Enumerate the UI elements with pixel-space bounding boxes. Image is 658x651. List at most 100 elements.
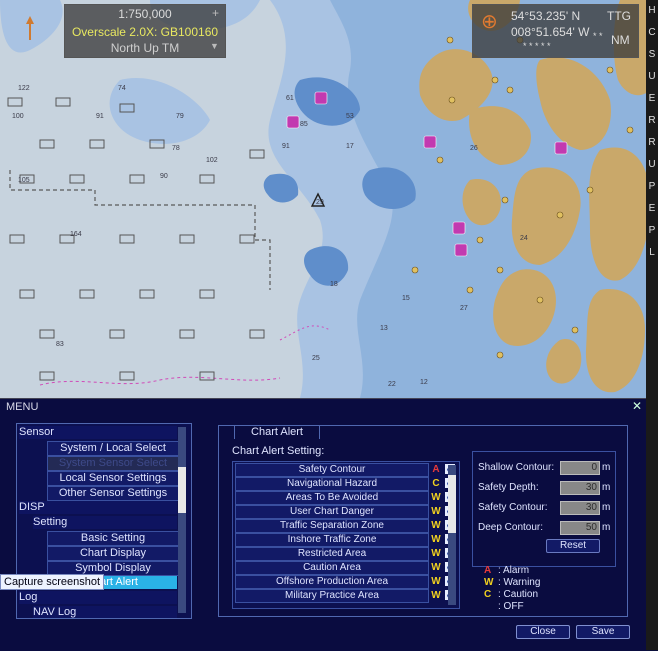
strip-letter[interactable]: E (646, 198, 658, 220)
deep-contour-input[interactable]: 50 (560, 521, 600, 535)
chart-alert-setting-heading: Chart Alert Setting: (232, 445, 325, 457)
unit-label: m (602, 502, 611, 513)
svg-text:91: 91 (282, 143, 290, 150)
tree-scroll-thumb[interactable] (178, 467, 186, 513)
shallow-contour-input[interactable]: 0 (560, 461, 600, 475)
tree-item-system-sensor-select: System Sensor Select (47, 456, 179, 471)
list-item[interactable]: User Chart DangerW✔ (233, 505, 459, 519)
svg-text:13: 13 (380, 325, 388, 332)
alert-list-scrollbar[interactable] (448, 465, 456, 605)
svg-text:26: 26 (470, 145, 478, 152)
svg-text:27: 27 (460, 305, 468, 312)
plus-icon[interactable]: + (212, 6, 219, 20)
field-label: Safety Depth: (478, 482, 539, 493)
ttg-value-secondary: * * (593, 31, 603, 41)
legend-text: : Warning (498, 577, 541, 588)
alert-level[interactable]: W (429, 519, 443, 533)
alert-level[interactable]: W (429, 491, 443, 505)
svg-text:74: 74 (118, 85, 126, 92)
list-item[interactable]: Traffic Separation ZoneW✔ (233, 519, 459, 533)
legend-text: : OFF (498, 601, 524, 612)
unit-label: m (602, 482, 611, 493)
tree-item-local-sensor-settings[interactable]: Local Sensor Settings (47, 471, 179, 486)
electronic-chart-display[interactable]: 122 74 100 91 79 78 102 105 90 164 83 61… (0, 0, 658, 398)
alert-level[interactable]: W (429, 547, 443, 561)
field-label: Deep Contour: (478, 522, 544, 533)
chevron-down-icon[interactable]: ▼ (210, 41, 219, 51)
legend-row: C : Caution (484, 589, 540, 601)
alert-label: Inshore Traffic Zone (235, 533, 429, 547)
tree-item-system-local-select[interactable]: System / Local Select (47, 441, 179, 456)
alert-level[interactable]: W (429, 589, 443, 603)
svg-text:79: 79 (176, 113, 184, 120)
strip-letter[interactable]: S (646, 44, 658, 66)
strip-letter[interactable]: P (646, 176, 658, 198)
svg-text:18: 18 (330, 281, 338, 288)
chart-scale: 1:750,000 (118, 7, 172, 21)
tree-item-chart-display[interactable]: Chart Display (47, 546, 179, 561)
longitude-readout: 008°51.654' W (511, 25, 590, 39)
alert-level[interactable]: A (429, 463, 443, 477)
strip-letter[interactable]: P (646, 220, 658, 242)
tab-chart-alert[interactable]: Chart Alert (234, 425, 320, 439)
latitude-readout: 54°53.235' N (511, 9, 581, 23)
list-item[interactable]: Caution AreaW✔ (233, 561, 459, 575)
strip-letter[interactable]: H (646, 0, 658, 22)
right-toolbar-strip: H C S U E R R U P E P L (646, 0, 658, 650)
list-item[interactable]: Navigational HazardC✔ (233, 477, 459, 491)
close-icon[interactable]: ✕ (632, 399, 642, 413)
tree-scrollbar[interactable] (178, 427, 186, 613)
alert-label: Caution Area (235, 561, 429, 575)
strip-letter[interactable]: E (646, 88, 658, 110)
list-item[interactable]: Restricted AreaW✔ (233, 547, 459, 561)
close-button[interactable]: Close (516, 625, 570, 639)
alert-level[interactable]: W (429, 575, 443, 589)
tree-item-setting[interactable]: Setting (33, 516, 177, 529)
tree-item-disp[interactable]: DISP (19, 501, 177, 514)
safety-contour-input[interactable]: 30 (560, 501, 600, 515)
list-item[interactable]: Offshore Production AreaW✔ (233, 575, 459, 589)
reset-button[interactable]: Reset (546, 539, 600, 553)
strip-letter[interactable]: R (646, 132, 658, 154)
legend-row: W: Warning (484, 577, 540, 589)
list-item[interactable]: Military Practice AreaW✔ (233, 589, 459, 603)
tree-item-basic-setting[interactable]: Basic Setting (47, 531, 179, 546)
alert-level[interactable]: W (429, 533, 443, 547)
legend-key: C (484, 589, 492, 600)
save-button[interactable]: Save (576, 625, 630, 639)
svg-text:164: 164 (70, 231, 82, 238)
list-item[interactable]: Safety ContourA✔ (233, 463, 459, 477)
alert-level[interactable]: W (429, 561, 443, 575)
strip-letter[interactable]: C (646, 22, 658, 44)
svg-text:78: 78 (172, 145, 180, 152)
alert-level[interactable]: C (429, 477, 443, 491)
strip-letter[interactable]: L (646, 242, 658, 264)
tree-item-other-sensor-settings[interactable]: Other Sensor Settings (47, 486, 179, 501)
alert-level[interactable]: W (429, 505, 443, 519)
orientation-mode[interactable]: North Up TM (65, 41, 225, 55)
chart-scale-panel[interactable]: 1:750,000 Overscale 2.0X: GB100160 North… (64, 4, 226, 58)
strip-letter[interactable]: R (646, 110, 658, 132)
tree-item-sensor[interactable]: Sensor (19, 426, 177, 439)
field-label: Safety Contour: (478, 502, 548, 513)
overscale-indicator: Overscale 2.0X: GB100160 (71, 25, 219, 39)
legend-key: A (484, 565, 492, 576)
legend-text: : Caution (498, 589, 539, 600)
strip-letter[interactable]: U (646, 66, 658, 88)
cursor-position-panel: ⊕ 54°53.235' N 008°51.654' W TTG * * * *… (472, 4, 639, 58)
field-label: Shallow Contour: (478, 462, 555, 473)
tree-item-nav-log[interactable]: NAV Log (33, 606, 177, 618)
list-item[interactable]: Inshore Traffic ZoneW✔ (233, 533, 459, 547)
alert-list-scroll-thumb[interactable] (448, 475, 456, 533)
svg-text:12: 12 (420, 379, 428, 386)
alert-legend: A: Alarm W: Warning C: Caution : OFF (484, 565, 540, 613)
svg-text:91: 91 (96, 113, 104, 120)
safety-depth-input[interactable]: 30 (560, 481, 600, 495)
cursor-crosshair-icon: ⊕ (481, 11, 498, 33)
svg-text:85: 85 (300, 121, 308, 128)
tree-item-log[interactable]: Log (19, 591, 177, 604)
alert-label: Military Practice Area (235, 589, 429, 603)
strip-letter[interactable]: U (646, 154, 658, 176)
alert-label: Offshore Production Area (235, 575, 429, 589)
list-item[interactable]: Areas To Be AvoidedW✔ (233, 491, 459, 505)
